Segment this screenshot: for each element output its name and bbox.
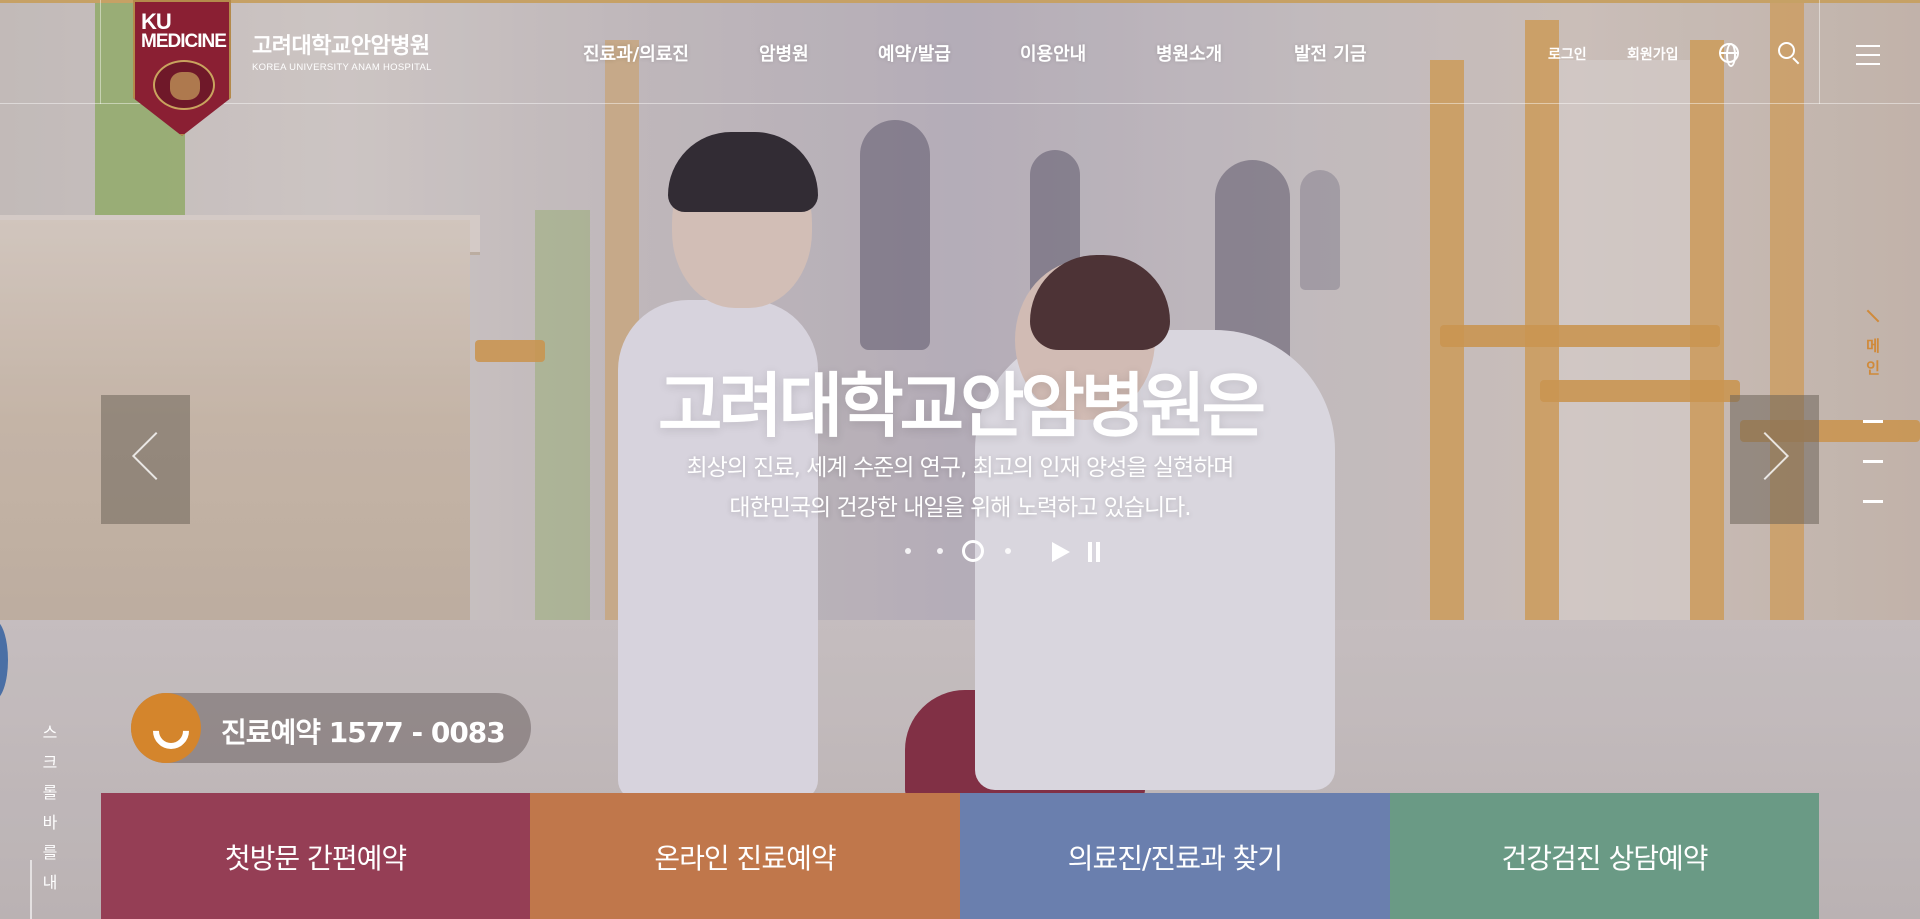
tiger-emblem-icon — [153, 60, 215, 110]
quick-find-doctor[interactable]: 의료진/진료과 찾기 — [960, 793, 1390, 919]
quick-online-reservation-label: 온라인 진료예약 — [654, 842, 836, 875]
side-nav-item[interactable] — [1863, 460, 1883, 463]
logo-name-en: KOREA UNIVERSITY ANAM HOSPITAL — [252, 62, 432, 73]
quick-health-checkup-label: 건강검진 상담예약 — [1501, 842, 1709, 875]
logo-ku-text: KU — [141, 9, 172, 34]
quick-online-reservation[interactable]: 온라인 진료예약 — [530, 793, 960, 919]
logo-name-ko: 고려대학교안암병원 — [252, 34, 430, 59]
phone-icon — [131, 693, 201, 763]
quick-find-doctor-label: 의료진/진료과 찾기 — [1067, 842, 1283, 875]
globe-icon[interactable] — [1719, 43, 1739, 67]
reservation-phone[interactable]: 진료예약 1577 - 0083 — [131, 693, 531, 763]
hero-title: 고려대학교안암병원은 — [658, 365, 1266, 447]
pause-icon[interactable] — [1088, 542, 1100, 562]
prev-slide-button[interactable] — [101, 395, 190, 524]
login-link[interactable]: 로그인 — [1548, 44, 1587, 64]
scroll-line — [30, 860, 32, 919]
search-icon[interactable] — [1778, 42, 1800, 64]
hero-subtitle-line2: 대한민국의 건강한 내일을 위해 노력하고 있습니다. — [729, 495, 1191, 521]
quick-health-checkup[interactable]: 건강검진 상담예약 — [1390, 793, 1819, 919]
signup-link[interactable]: 회원가입 — [1627, 44, 1679, 64]
reservation-phone-text: 진료예약 1577 - 0083 — [221, 716, 506, 749]
side-nav-label[interactable]: 메인 — [1864, 335, 1882, 379]
logo-medicine-text: MEDICINE — [141, 31, 227, 52]
quick-first-visit-label: 첫방문 간편예약 — [224, 842, 407, 875]
logo-wordmark[interactable]: 고려대학교안암병원 KOREA UNIVERSITY ANAM HOSPITAL — [252, 28, 432, 73]
side-nav-item[interactable] — [1863, 500, 1883, 503]
pager-dot[interactable] — [937, 548, 943, 554]
nav-guide[interactable]: 이용안내 — [1020, 40, 1086, 66]
chevron-left-icon — [131, 431, 181, 481]
chevron-right-icon — [1740, 431, 1790, 481]
scroll-hint: 스크롤바를 내 — [42, 723, 58, 892]
nav-fund[interactable]: 발전 기금 — [1294, 40, 1367, 66]
pager-dot[interactable] — [1005, 548, 1011, 554]
play-icon[interactable] — [1052, 542, 1070, 562]
side-nav-item[interactable] — [1863, 420, 1883, 423]
quick-first-visit[interactable]: 첫방문 간편예약 — [101, 793, 530, 919]
nav-cancer-hospital[interactable]: 암병원 — [759, 40, 809, 66]
site-header: KU MEDICINE 고려대학교안암병원 KOREA UNIVERSITY A… — [0, 0, 1920, 136]
pager-dot[interactable] — [905, 548, 911, 554]
menu-icon[interactable] — [1856, 45, 1880, 65]
next-slide-button[interactable] — [1730, 395, 1819, 524]
hero-subtitle-line1: 최상의 진료, 세계 수준의 연구, 최고의 인재 양성을 실현하며 — [686, 455, 1235, 481]
nav-departments[interactable]: 진료과/의료진 — [583, 40, 689, 66]
pager-dot-active[interactable] — [962, 540, 984, 562]
nav-about[interactable]: 병원소개 — [1156, 40, 1222, 66]
nav-reservation[interactable]: 예약/발급 — [878, 40, 951, 66]
